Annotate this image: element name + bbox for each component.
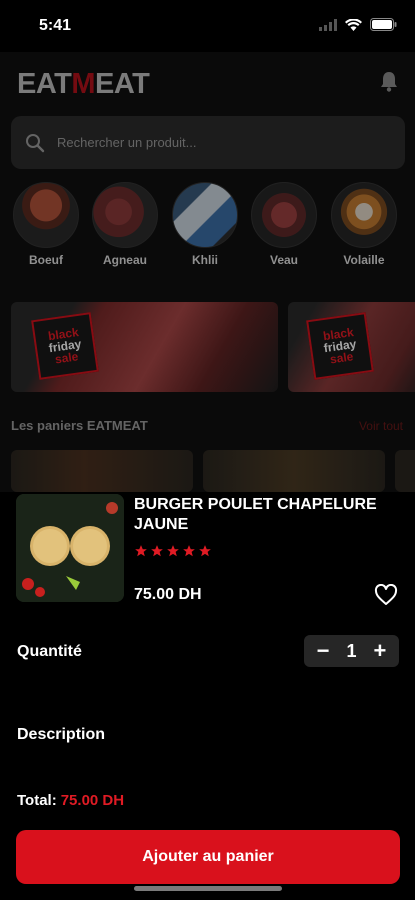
- add-to-cart-button[interactable]: Ajouter au panier: [16, 830, 400, 884]
- heart-icon[interactable]: [374, 584, 398, 606]
- category-label: Boeuf: [29, 253, 63, 267]
- search-bar[interactable]: [11, 116, 405, 169]
- category-image: [92, 182, 158, 248]
- black-friday-tag: black friday sale: [31, 312, 99, 380]
- promo-banner[interactable]: black friday sale: [11, 302, 278, 392]
- description-label: Description: [17, 726, 106, 743]
- category-veau[interactable]: Veau: [249, 182, 319, 267]
- basket-card[interactable]: [395, 450, 415, 492]
- star-icon: [135, 545, 147, 557]
- status-time: 5:41: [39, 17, 72, 34]
- category-khlii[interactable]: Khlii: [170, 182, 240, 267]
- category-image: [172, 182, 238, 248]
- signal-icon: [319, 18, 337, 31]
- category-label: Agneau: [102, 253, 147, 267]
- promo-banners: black friday sale black friday sale: [0, 302, 415, 394]
- battery-icon: [370, 18, 397, 31]
- quantity-label: Quantité: [17, 643, 82, 660]
- total-amount: 75.00 DH: [60, 792, 125, 809]
- status-bar: 5:41: [0, 0, 415, 52]
- category-label: Veau: [269, 253, 299, 267]
- total-label: Total:: [17, 792, 57, 809]
- category-image: [331, 182, 397, 248]
- basket-card[interactable]: [11, 450, 193, 492]
- black-friday-tag: black friday sale: [306, 312, 374, 380]
- wifi-icon: [345, 18, 362, 31]
- quantity-value: 1: [346, 640, 357, 661]
- category-image: [13, 182, 79, 248]
- product-sheet: BURGER POULET CHAPELURE JAUNE 75.00 DH Q…: [0, 492, 415, 900]
- bell-icon[interactable]: [379, 70, 399, 92]
- total-row: Total: 75.00 DH: [17, 792, 124, 809]
- app-logo: EATMEAT: [17, 68, 150, 100]
- search-input[interactable]: [57, 135, 357, 150]
- category-label: Volaille: [343, 253, 385, 267]
- status-icons: [319, 18, 397, 31]
- star-icon: [183, 545, 195, 557]
- category-list: Boeuf Agneau Khlii Veau Volaille: [0, 182, 415, 272]
- star-icon: [199, 545, 211, 557]
- category-image: [251, 182, 317, 248]
- category-boeuf[interactable]: Boeuf: [11, 182, 81, 267]
- category-volaille[interactable]: Volaille: [329, 182, 399, 267]
- decrement-button[interactable]: −: [314, 640, 332, 662]
- background-page: EATMEAT Boeuf Agneau Khlii Veau Vo: [0, 52, 415, 492]
- promo-banner[interactable]: black friday sale: [288, 302, 415, 392]
- home-indicator: [134, 886, 282, 891]
- category-agneau[interactable]: Agneau: [90, 182, 160, 267]
- product-image: [16, 494, 124, 602]
- basket-card[interactable]: [203, 450, 385, 492]
- product-price: 75.00 DH: [134, 586, 202, 603]
- see-all-link[interactable]: Voir tout: [359, 419, 403, 433]
- increment-button[interactable]: +: [371, 640, 389, 662]
- star-icon: [151, 545, 163, 557]
- search-icon: [26, 133, 45, 152]
- quantity-stepper: − 1 +: [304, 635, 399, 667]
- category-label: Khlii: [192, 253, 218, 267]
- section-title: Les paniers EATMEAT: [11, 418, 148, 433]
- star-icon: [167, 545, 179, 557]
- product-name: BURGER POULET CHAPELURE JAUNE: [134, 496, 377, 533]
- rating-stars: [134, 544, 212, 558]
- basket-list: [0, 450, 415, 492]
- burger-patties-image: [16, 494, 124, 602]
